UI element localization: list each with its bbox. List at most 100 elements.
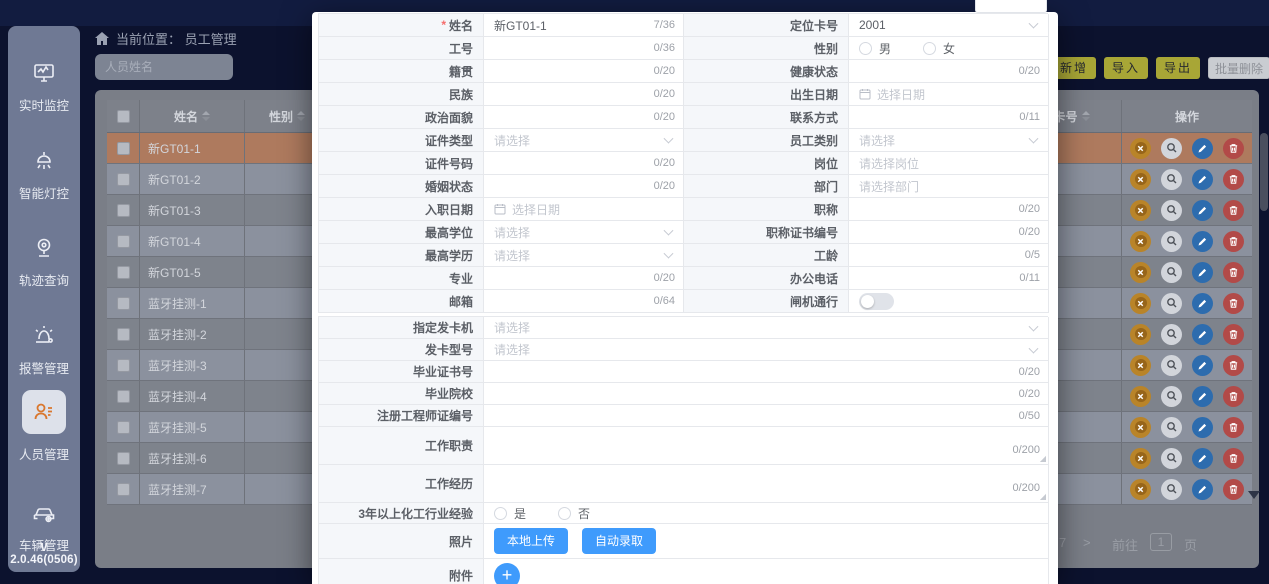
- id-number-field[interactable]: 0/20: [484, 152, 684, 175]
- delete-button[interactable]: [1223, 417, 1244, 438]
- radio-option[interactable]: 否: [558, 505, 590, 522]
- view-button[interactable]: [1161, 138, 1182, 159]
- row-checkbox[interactable]: [117, 142, 130, 155]
- delete-button[interactable]: [1223, 138, 1244, 159]
- card-unbind-button[interactable]: [1130, 355, 1151, 376]
- department-field[interactable]: 请选择部门: [849, 175, 1049, 198]
- view-button[interactable]: [1161, 479, 1182, 500]
- row-checkbox[interactable]: [117, 359, 130, 372]
- card-unbind-button[interactable]: [1130, 200, 1151, 221]
- batch-delete-button[interactable]: 批量删除: [1208, 57, 1269, 79]
- post-field[interactable]: 请选择岗位: [849, 152, 1049, 175]
- pagination-page-7[interactable]: 7: [1059, 535, 1066, 553]
- delete-button[interactable]: [1223, 262, 1244, 283]
- job-title-field[interactable]: 0/20: [849, 198, 1049, 221]
- edit-button[interactable]: [1192, 138, 1213, 159]
- edit-button[interactable]: [1192, 417, 1213, 438]
- delete-button[interactable]: [1223, 169, 1244, 190]
- view-button[interactable]: [1161, 448, 1182, 469]
- row-checkbox[interactable]: [117, 266, 130, 279]
- delete-button[interactable]: [1223, 355, 1244, 376]
- birth-date-field[interactable]: 选择日期: [849, 83, 1049, 106]
- employee-category-field[interactable]: 请选择: [849, 129, 1049, 152]
- card-unbind-button[interactable]: [1130, 262, 1151, 283]
- gate-access-toggle[interactable]: [859, 293, 894, 310]
- radio-icon[interactable]: [923, 42, 936, 55]
- card-unbind-button[interactable]: [1130, 324, 1151, 345]
- edit-button[interactable]: [1192, 479, 1213, 500]
- card-unbind-button[interactable]: [1130, 479, 1151, 500]
- radio-option[interactable]: 男: [859, 40, 891, 57]
- photo-field[interactable]: 本地上传自动录取: [484, 524, 1049, 559]
- auto-capture-button[interactable]: 自动录取: [582, 528, 656, 554]
- gate-access-field[interactable]: [849, 290, 1049, 313]
- edit-button[interactable]: [1192, 231, 1213, 252]
- sort-carets-icon[interactable]: [1082, 111, 1090, 121]
- health-status-field[interactable]: 0/20: [849, 60, 1049, 83]
- email-field[interactable]: 0/64: [484, 290, 684, 313]
- native-place-field[interactable]: 0/20: [484, 60, 684, 83]
- sidebar-item-track-query[interactable]: 轨迹查询: [8, 235, 80, 289]
- edit-button[interactable]: [1192, 324, 1213, 345]
- graduation-school-field[interactable]: 0/20: [484, 383, 1049, 405]
- card-unbind-button[interactable]: [1130, 448, 1151, 469]
- view-button[interactable]: [1161, 386, 1182, 407]
- select-all-checkbox[interactable]: [117, 110, 130, 123]
- view-button[interactable]: [1161, 169, 1182, 190]
- sidebar-item-smart-light[interactable]: 智能灯控: [8, 148, 80, 202]
- view-button[interactable]: [1161, 231, 1182, 252]
- title-cert-no-field[interactable]: 0/20: [849, 221, 1049, 244]
- row-checkbox[interactable]: [117, 173, 130, 186]
- row-checkbox[interactable]: [117, 390, 130, 403]
- local-upload-button[interactable]: 本地上传: [494, 528, 568, 554]
- view-button[interactable]: [1161, 417, 1182, 438]
- edit-button[interactable]: [1192, 200, 1213, 221]
- view-button[interactable]: [1161, 293, 1182, 314]
- row-checkbox[interactable]: [117, 204, 130, 217]
- radio-option[interactable]: 女: [923, 40, 955, 57]
- search-input[interactable]: 人员姓名: [95, 54, 233, 80]
- highest-education-field[interactable]: 请选择: [484, 244, 684, 267]
- card-issuer-field[interactable]: 请选择: [484, 317, 1049, 339]
- view-button[interactable]: [1161, 200, 1182, 221]
- edit-button[interactable]: [1192, 262, 1213, 283]
- card-unbind-button[interactable]: [1130, 417, 1151, 438]
- scroll-down-icon[interactable]: [1248, 491, 1260, 499]
- delete-button[interactable]: [1223, 448, 1244, 469]
- card-model-field[interactable]: 请选择: [484, 339, 1049, 361]
- political-status-field[interactable]: 0/20: [484, 106, 684, 129]
- work-experience-field[interactable]: 0/200◢: [484, 465, 1049, 503]
- scrollbar-thumb[interactable]: [1260, 133, 1268, 211]
- edit-button[interactable]: [1192, 293, 1213, 314]
- edit-button[interactable]: [1192, 169, 1213, 190]
- add-button[interactable]: 新增: [1052, 57, 1096, 79]
- employee-no-field[interactable]: 0/36: [484, 37, 684, 60]
- sidebar-item-personnel-manage[interactable]: 人员管理: [8, 440, 80, 463]
- id-type-field[interactable]: 请选择: [484, 129, 684, 152]
- office-phone-field[interactable]: 0/11: [849, 267, 1049, 290]
- delete-button[interactable]: [1223, 231, 1244, 252]
- radio-icon[interactable]: [558, 507, 571, 520]
- highest-degree-field[interactable]: 请选择: [484, 221, 684, 244]
- row-checkbox[interactable]: [117, 452, 130, 465]
- radio-icon[interactable]: [494, 507, 507, 520]
- major-field[interactable]: 0/20: [484, 267, 684, 290]
- pagination-next-button[interactable]: >: [1083, 535, 1091, 553]
- delete-button[interactable]: [1223, 479, 1244, 500]
- view-button[interactable]: [1161, 262, 1182, 283]
- delete-button[interactable]: [1223, 293, 1244, 314]
- edit-button[interactable]: [1192, 386, 1213, 407]
- card-unbind-button[interactable]: [1130, 231, 1151, 252]
- column-header-name[interactable]: 姓名: [140, 100, 245, 132]
- radio-option[interactable]: 是: [494, 505, 526, 522]
- radio-icon[interactable]: [859, 42, 872, 55]
- sort-carets-icon[interactable]: [297, 111, 305, 121]
- hire-date-field[interactable]: 选择日期: [484, 198, 684, 221]
- ethnicity-field[interactable]: 0/20: [484, 83, 684, 106]
- sidebar-item-realtime-monitor[interactable]: 实时监控: [8, 60, 80, 114]
- row-checkbox[interactable]: [117, 483, 130, 496]
- edit-button[interactable]: [1192, 355, 1213, 376]
- import-button[interactable]: 导入: [1104, 57, 1148, 79]
- sidebar-item-alarm-manage[interactable]: 报警管理: [8, 323, 80, 377]
- name-field[interactable]: 新GT01-17/36: [484, 14, 684, 37]
